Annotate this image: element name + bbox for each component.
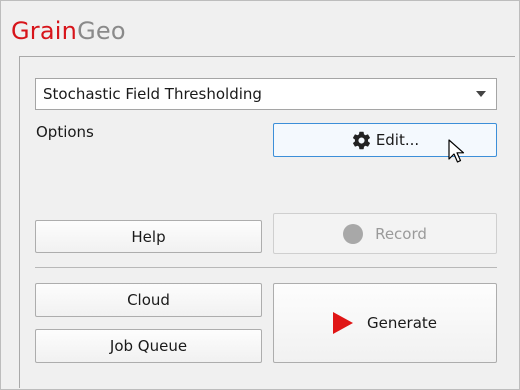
method-select[interactable]: Stochastic Field Thresholding (35, 78, 497, 110)
gear-icon (352, 131, 370, 149)
logo-grain: Grain (11, 17, 78, 45)
logo-geo: Geo (77, 17, 126, 45)
help-button-label: Help (131, 227, 166, 246)
separator-line (35, 267, 497, 268)
job-queue-button-label: Job Queue (109, 337, 188, 355)
cloud-button[interactable]: Cloud (35, 283, 262, 317)
edit-button-label: Edit... (375, 131, 420, 149)
chevron-down-icon (476, 91, 486, 97)
record-button[interactable]: Record (273, 213, 497, 254)
record-button-label: Record (375, 224, 427, 243)
help-button[interactable]: Help (35, 220, 262, 253)
method-select-value: Stochastic Field Thresholding (43, 85, 262, 103)
play-icon (332, 312, 353, 334)
mouse-cursor-icon (448, 139, 465, 163)
options-label: Options (36, 123, 94, 141)
record-dot-icon (343, 223, 364, 244)
generate-button-label: Generate (366, 314, 438, 332)
generate-button[interactable]: Generate (273, 283, 497, 363)
job-queue-button[interactable]: Job Queue (35, 329, 262, 363)
app-logo: GrainGeo (11, 14, 126, 48)
cloud-button-label: Cloud (127, 291, 170, 309)
